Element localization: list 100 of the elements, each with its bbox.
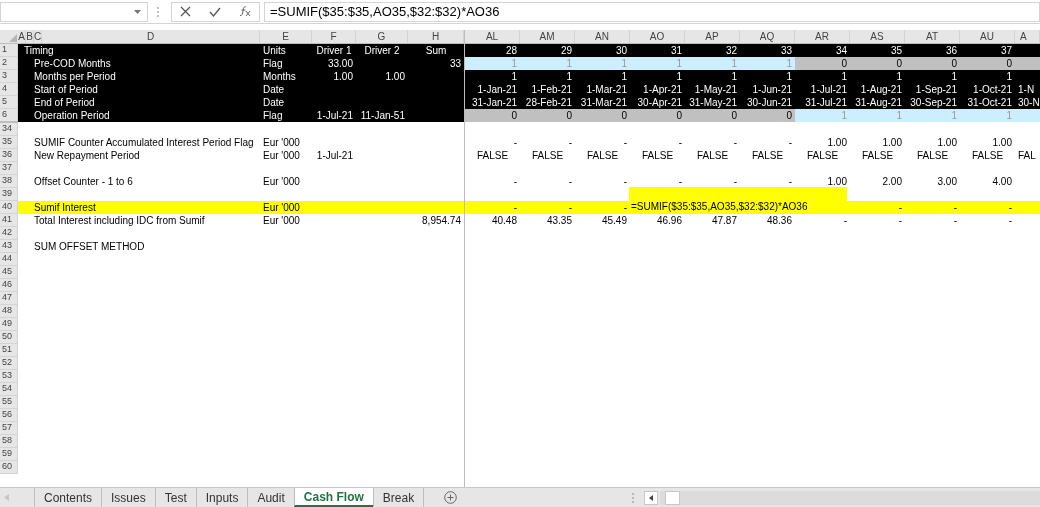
table-cell-text: Months [262, 70, 297, 83]
table-cell-text: 1-May-21 [693, 83, 738, 96]
table-cell-text: - [512, 201, 518, 214]
row-number[interactable]: 45 [0, 266, 18, 279]
row-number[interactable]: 34 [0, 123, 18, 136]
table-cell-text: 34 [834, 44, 848, 57]
table-cell-text: Sum [424, 44, 448, 57]
table-cell-text: 1-N [1017, 83, 1036, 96]
column-header[interactable]: D [42, 30, 260, 43]
sheet-tab[interactable]: Contents [34, 488, 102, 507]
column-header[interactable]: AP [685, 30, 740, 43]
row-number[interactable]: 4 [0, 83, 18, 96]
table-cell-text: 1-Oct-21 [972, 83, 1013, 96]
table-cell-text: - [677, 136, 683, 149]
horizontal-scrollbar[interactable] [660, 490, 1040, 505]
column-header[interactable]: B [26, 30, 34, 43]
column-header[interactable]: AU [960, 30, 1015, 43]
table-cell-text: 1-Jul-21 [315, 149, 354, 162]
table-cell-text: 30-Sep-21 [909, 96, 958, 109]
add-sheet-icon[interactable] [444, 491, 458, 504]
row-number[interactable]: 54 [0, 383, 18, 396]
column-header[interactable]: G [356, 30, 408, 43]
row-number[interactable]: 43 [0, 240, 18, 253]
table-cell-text: 40.48 [490, 214, 518, 227]
sheet-tab[interactable]: Break [372, 488, 424, 507]
row-number[interactable]: 42 [0, 227, 18, 240]
table-cell-text: End of Period [33, 96, 95, 110]
row-number[interactable]: 49 [0, 318, 18, 331]
column-header[interactable]: A [18, 30, 26, 43]
table-cell-text: Total Interest including IDC from Sumif [33, 214, 205, 228]
table-cell: 1 [795, 109, 850, 122]
column-header[interactable]: C [34, 30, 42, 43]
row-number[interactable]: 3 [0, 70, 18, 83]
sheet-tab[interactable]: Test [154, 488, 196, 507]
column-header[interactable]: F [312, 30, 356, 43]
row-number[interactable]: 55 [0, 396, 18, 409]
table-cell-text: - [897, 214, 903, 227]
row-number[interactable]: 44 [0, 253, 18, 266]
row-number[interactable]: 50 [0, 331, 18, 344]
table-cell-text: - [622, 201, 628, 214]
row-number[interactable]: 40 [0, 201, 18, 214]
row-number[interactable]: 41 [0, 214, 18, 227]
column-header[interactable]: AR [795, 30, 850, 43]
table-cell-text: Eur '000 [262, 149, 301, 162]
table-cell-text: FALSE [915, 149, 950, 162]
row-number[interactable]: 1 [0, 44, 18, 57]
row-number[interactable]: 46 [0, 279, 18, 292]
row-number[interactable]: 48 [0, 305, 18, 318]
row-number[interactable]: 52 [0, 357, 18, 370]
row-number[interactable]: 39 [0, 188, 18, 201]
table-cell-text: 1.00 [332, 70, 354, 83]
row-number[interactable]: 38 [0, 175, 18, 188]
sheet-tab[interactable]: Audit [247, 488, 294, 507]
row-number[interactable]: 37 [0, 162, 18, 175]
table-cell-text: - [732, 136, 738, 149]
sheet-tab[interactable]: Cash Flow [293, 488, 373, 507]
row-number[interactable]: 56 [0, 409, 18, 422]
row-number[interactable]: 51 [0, 344, 18, 357]
column-header[interactable]: AT [905, 30, 960, 43]
table-cell: 0 [740, 109, 795, 122]
sheet-tab[interactable]: Issues [101, 488, 155, 507]
row-number[interactable]: 59 [0, 448, 18, 461]
table-cell: 0 [685, 109, 740, 122]
table-cell-text: FALSE [695, 149, 730, 162]
row-number[interactable]: 57 [0, 422, 18, 435]
column-header[interactable]: AQ [740, 30, 795, 43]
table-cell-text: FALSE [585, 149, 620, 162]
table-cell-text: SUM OFFSET METHOD [33, 240, 145, 254]
table-cell-text: Date [262, 83, 286, 96]
table-cell-text: - [952, 201, 958, 214]
column-header[interactable]: AL [465, 30, 520, 43]
row-number[interactable]: 2 [0, 57, 18, 70]
row-number[interactable]: 58 [0, 435, 18, 448]
row-number[interactable]: 5 [0, 96, 18, 109]
column-header[interactable]: AO [630, 30, 685, 43]
column-header[interactable]: AS [850, 30, 905, 43]
column-header[interactable]: A [1015, 30, 1040, 43]
formula-field[interactable]: =SUMIF($35:$35,AO35,$32:$32)*AO36 [264, 1, 1040, 22]
function-icon[interactable] [239, 6, 251, 17]
row-number[interactable]: 53 [0, 370, 18, 383]
scroll-thumb[interactable] [665, 490, 680, 505]
confirm-icon[interactable] [209, 6, 221, 17]
row-number[interactable]: 36 [0, 149, 18, 162]
table-cell-text: Eur '000 [262, 136, 301, 149]
cell-editor[interactable]: =SUMIF($35:$35,AO35,$32:$32)*AO36 [629, 187, 847, 213]
column-header[interactable]: E [260, 30, 312, 43]
table-cell-text: 1.00 [826, 175, 848, 188]
table-cell-text: Eur '000 [262, 201, 301, 214]
column-header[interactable]: AN [575, 30, 630, 43]
table-cell-text: 1 [620, 70, 628, 83]
row-number[interactable]: 35 [0, 136, 18, 149]
cancel-icon[interactable] [180, 6, 191, 17]
table-cell: 0 [520, 109, 575, 122]
scroll-left-button[interactable] [644, 490, 658, 505]
sheet-tab[interactable]: Inputs [195, 488, 248, 507]
table-cell-text: Months per Period [33, 70, 116, 84]
column-header[interactable]: AM [520, 30, 575, 43]
table-cell-text: 31-Oct-21 [966, 96, 1013, 109]
row-number[interactable]: 47 [0, 292, 18, 305]
row-number[interactable]: 60 [0, 461, 18, 474]
